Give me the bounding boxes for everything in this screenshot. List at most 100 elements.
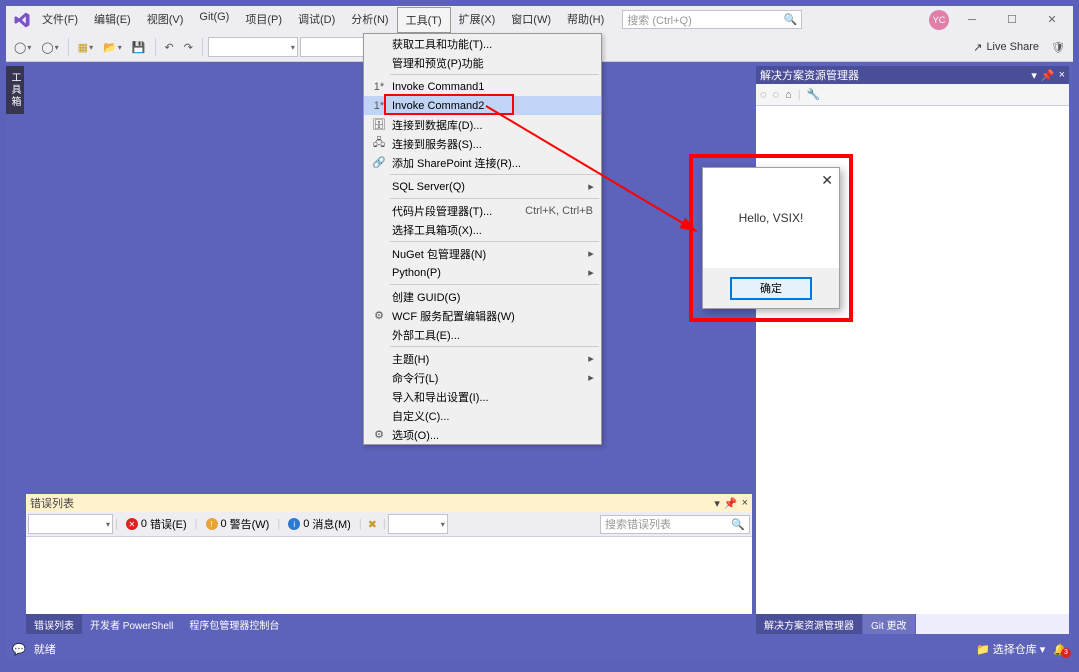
repo-selector[interactable]: 📁 选择仓库 ▾: [976, 641, 1045, 657]
menu-item-6[interactable]: 🖧连接到服务器(S)...: [364, 134, 601, 153]
panel-pin-icon[interactable]: 📌: [1041, 69, 1055, 82]
search-input[interactable]: 搜索 (Ctrl+Q) 🔍: [622, 10, 802, 29]
maximize-button[interactable]: ☐: [995, 9, 1029, 31]
wrench-icon[interactable]: 🔧: [807, 88, 821, 101]
menu-item-4[interactable]: 1*Invoke Command2: [364, 96, 601, 115]
notifications-button[interactable]: 🔔3: [1053, 643, 1067, 656]
error-filter-warnings[interactable]: ! 0 警告(W): [200, 516, 276, 532]
menu-item-label: Invoke Command2: [390, 100, 597, 112]
nav-back-button[interactable]: ◯ ▾: [10, 39, 35, 56]
menu-item-label: 主题(H): [390, 351, 585, 367]
tab-powershell[interactable]: 开发者 PowerShell: [82, 614, 181, 634]
menu-item-11[interactable]: 代码片段管理器(T)...Ctrl+K, Ctrl+B: [364, 201, 601, 220]
open-button[interactable]: 📂 ▾: [99, 39, 126, 56]
menu-item-12[interactable]: 选择工具箱项(X)...: [364, 220, 601, 239]
menu-2[interactable]: 视图(V): [139, 7, 192, 33]
status-chat-icon[interactable]: 💬: [12, 643, 26, 656]
menu-4[interactable]: 项目(P): [237, 7, 290, 33]
live-share-button[interactable]: ↗ Live Share: [967, 41, 1045, 54]
menu-0[interactable]: 文件(F): [34, 7, 86, 33]
panel-close-icon[interactable]: ×: [1059, 69, 1065, 82]
build-filter-combo[interactable]: ▾: [388, 514, 448, 534]
error-filter-messages[interactable]: i 0 消息(M): [282, 516, 357, 532]
error-dropdown-icon[interactable]: ▾: [714, 497, 720, 510]
tab-git-changes[interactable]: Git 更改: [863, 614, 916, 634]
home-icon[interactable]: ⌂: [785, 89, 792, 101]
menu-3[interactable]: Git(G): [191, 7, 237, 33]
dialog-close-button[interactable]: ✕: [821, 172, 833, 189]
menu-5[interactable]: 调试(D): [290, 7, 343, 33]
error-body: [26, 537, 752, 614]
menu-1[interactable]: 编辑(E): [86, 7, 139, 33]
menu-item-label: WCF 服务配置编辑器(W): [390, 308, 597, 324]
menu-item-14[interactable]: NuGet 包管理器(N)▸: [364, 244, 601, 263]
nav-fwd-button[interactable]: ◯ ▾: [37, 39, 62, 56]
toolbox-tab[interactable]: 工具箱: [6, 66, 24, 114]
menu-item-label: Python(P): [390, 267, 585, 279]
message-dialog: ✕ Hello, VSIX! 确定: [702, 167, 840, 309]
status-bar: 💬 就绪 📁 选择仓库 ▾ 🔔3: [6, 638, 1073, 660]
error-search-placeholder: 搜索错误列表: [605, 516, 671, 532]
menu-item-25[interactable]: ⚙选项(O)...: [364, 425, 601, 444]
menu-item-21[interactable]: 主题(H)▸: [364, 349, 601, 368]
menu-item-23[interactable]: 导入和导出设置(I)...: [364, 387, 601, 406]
menu-6[interactable]: 分析(N): [343, 7, 396, 33]
close-button[interactable]: ✕: [1035, 9, 1069, 31]
error-close-icon[interactable]: ×: [742, 497, 748, 510]
menu-item-label: 获取工具和功能(T)...: [390, 36, 597, 52]
menu-item-9[interactable]: SQL Server(Q)▸: [364, 177, 601, 196]
menu-item-label: 外部工具(E)...: [390, 327, 597, 343]
admin-icon[interactable]: 🛡: [1047, 39, 1069, 56]
menu-item-18[interactable]: ⚙WCF 服务配置编辑器(W): [364, 306, 601, 325]
menu-item-label: 管理和预览(P)功能: [390, 55, 597, 71]
config-combo[interactable]: ▾: [208, 37, 298, 57]
info-icon: i: [288, 518, 300, 530]
menu-item-label: 代码片段管理器(T)...: [390, 203, 525, 219]
menu-item-19[interactable]: 外部工具(E)...: [364, 325, 601, 344]
panel-dropdown-icon[interactable]: ▾: [1031, 69, 1037, 82]
menu-item-17[interactable]: 创建 GUID(G): [364, 287, 601, 306]
menu-item-1[interactable]: 管理和预览(P)功能: [364, 53, 601, 72]
error-header: 错误列表 ▾ 📌 ×: [26, 494, 752, 512]
menu-item-24[interactable]: 自定义(C)...: [364, 406, 601, 425]
menu-item-7[interactable]: 🔗添加 SharePoint 连接(R)...: [364, 153, 601, 172]
back-icon[interactable]: ◌: [760, 89, 767, 101]
error-search-input[interactable]: 搜索错误列表 🔍: [600, 515, 750, 534]
clear-button[interactable]: ✖: [364, 516, 381, 533]
titlebar: 文件(F)编辑(E)视图(V)Git(G)项目(P)调试(D)分析(N)工具(T…: [6, 6, 1073, 33]
live-share-label: Live Share: [986, 41, 1039, 53]
error-scope-combo[interactable]: ▾: [28, 514, 113, 534]
tab-solution-explorer[interactable]: 解决方案资源管理器: [756, 614, 863, 634]
menu-item-0[interactable]: 获取工具和功能(T)...: [364, 34, 601, 53]
error-pin-icon[interactable]: 📌: [724, 497, 738, 510]
search-icon: 🔍: [731, 518, 745, 531]
save-button[interactable]: 💾: [128, 39, 150, 56]
menu-item-15[interactable]: Python(P)▸: [364, 263, 601, 282]
menu-8[interactable]: 扩展(X): [451, 7, 504, 33]
minimize-button[interactable]: ─: [955, 9, 989, 31]
platform-combo[interactable]: ▾: [300, 37, 370, 57]
panel-title: 解决方案资源管理器: [760, 67, 859, 83]
error-filter-errors[interactable]: ✕ 0 错误(E): [120, 516, 193, 532]
menu-item-5[interactable]: 🗄连接到数据库(D)...: [364, 115, 601, 134]
panel-header: 解决方案资源管理器 ▾ 📌 ×: [756, 66, 1069, 84]
menu-item-label: SQL Server(Q): [390, 181, 585, 193]
submenu-arrow-icon: ▸: [585, 247, 597, 260]
tab-package-console[interactable]: 程序包管理器控制台: [181, 614, 287, 634]
fwd-icon[interactable]: ◌: [773, 89, 780, 101]
avatar[interactable]: YC: [929, 10, 949, 30]
new-project-button[interactable]: ▦ ▾: [74, 39, 97, 56]
dialog-ok-button[interactable]: 确定: [730, 277, 812, 300]
menu-item-22[interactable]: 命令行(L)▸: [364, 368, 601, 387]
status-ready: 就绪: [34, 641, 56, 657]
menu-7[interactable]: 工具(T): [397, 7, 451, 33]
undo-button[interactable]: ↶: [161, 39, 178, 56]
menu-9[interactable]: 窗口(W): [503, 7, 559, 33]
error-title: 错误列表: [30, 495, 74, 511]
tab-error-list[interactable]: 错误列表: [26, 614, 82, 634]
menu-item-3[interactable]: 1*Invoke Command1: [364, 77, 601, 96]
panel-tabs: 解决方案资源管理器 Git 更改: [756, 614, 1069, 634]
menu-10[interactable]: 帮助(H): [559, 7, 612, 33]
redo-button[interactable]: ↷: [180, 39, 197, 56]
live-share-icon: ↗: [973, 41, 982, 54]
